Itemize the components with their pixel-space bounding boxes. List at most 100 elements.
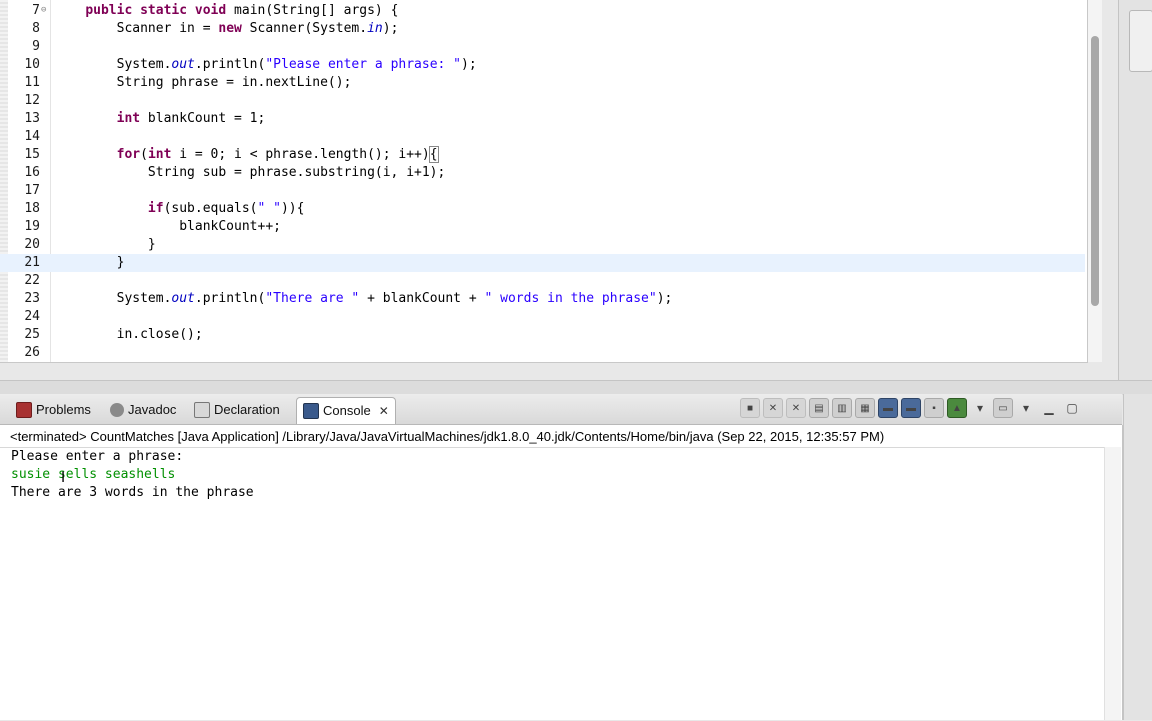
code-token: ); — [461, 57, 477, 72]
line-number: 10 — [24, 57, 40, 72]
code-line[interactable]: 26 — [0, 344, 1085, 362]
pin-console-icon[interactable]: ▪ — [924, 398, 944, 418]
text-cursor-icon: I — [61, 470, 66, 486]
tab-label: Console — [323, 403, 371, 418]
code-text: System.out.println("Please enter a phras… — [54, 56, 477, 74]
line-number: 7 — [32, 3, 40, 18]
show-stdout-icon[interactable]: ▬ — [878, 398, 898, 418]
line-number: 17 — [24, 183, 40, 198]
tab-problems[interactable]: Problems — [10, 397, 97, 423]
tab-javadoc[interactable]: Javadoc — [104, 397, 182, 423]
code-line[interactable]: 15 for(int i = 0; i < phrase.length(); i… — [0, 146, 1085, 164]
code-line[interactable]: 25 in.close(); — [0, 326, 1085, 344]
fold-collapse-icon[interactable]: ⊖ — [41, 6, 49, 15]
chevron-down-icon[interactable]: ▾ — [1016, 398, 1036, 418]
console-line: There are 3 words in the phrase — [11, 485, 254, 500]
code-token: )) — [280, 201, 297, 216]
view-sash[interactable] — [0, 380, 1152, 395]
code-line[interactable]: 20 } — [0, 236, 1085, 254]
code-line[interactable]: 22 — [0, 272, 1085, 290]
code-editor[interactable]: 7 ⊖ public static void main(String[] args… — [0, 0, 1088, 363]
tab-label: Declaration — [214, 402, 280, 417]
problems-icon — [16, 402, 32, 418]
line-number: 14 — [24, 129, 40, 144]
keyword-token: new — [218, 21, 242, 36]
code-token: Scanner(System. — [241, 21, 368, 36]
code-line[interactable]: 19 blankCount++; — [0, 218, 1085, 236]
code-token: (sub.equals( — [163, 201, 258, 216]
console-toolbar: ■ ✕ ✕ ▤ ▥ ▦ ▬ ▬ ▪ ▲ ▾ ▭ ▾ ▁ ▢ — [740, 396, 1082, 420]
tab-label: Javadoc — [128, 402, 177, 417]
perspective-switcher[interactable] — [1129, 10, 1152, 72]
code-token: .println( — [194, 291, 266, 306]
line-number: 25 — [24, 327, 40, 342]
code-line[interactable]: 7 ⊖ public static void main(String[] args… — [0, 2, 1085, 20]
console-scrollbar[interactable] — [1104, 447, 1121, 720]
string-token: " " — [257, 201, 281, 216]
remove-launch-icon[interactable]: ✕ — [763, 398, 783, 418]
line-number: 13 — [24, 111, 40, 126]
scroll-lock-icon[interactable]: ▥ — [832, 398, 852, 418]
field-token: out — [171, 57, 195, 72]
code-text: public static void main(String[] args) { — [54, 2, 398, 20]
code-text: String phrase = in.nextLine(); — [54, 74, 352, 92]
code-text: String sub = phrase.substring(i, i+1); — [54, 164, 445, 182]
code-token: in.close(); — [54, 327, 203, 342]
code-token: System. — [54, 57, 172, 72]
console-view[interactable]: <terminated> CountMatches [Java Applicat… — [0, 425, 1123, 720]
minimize-icon[interactable]: ▁ — [1039, 398, 1059, 418]
code-text: int blankCount = 1; — [54, 110, 266, 128]
keyword-token: int — [116, 111, 141, 126]
tab-declaration[interactable]: Declaration — [188, 397, 286, 423]
terminate-icon[interactable]: ■ — [740, 398, 760, 418]
console-status-line: <terminated> CountMatches [Java Applicat… — [10, 429, 885, 444]
code-line[interactable]: 14 — [0, 128, 1085, 146]
keyword-token: public — [85, 3, 133, 18]
editor-scrollbar-thumb[interactable] — [1091, 36, 1099, 306]
code-token: String sub = phrase.substring(i, i+1); — [54, 165, 446, 180]
code-text: if(sub.equals(" ")){ — [54, 200, 305, 218]
code-line[interactable]: 24 — [0, 308, 1085, 326]
code-line[interactable]: 10 System.out.println("Please enter a ph… — [0, 56, 1085, 74]
console-output[interactable]: Please enter a phrase: susie sells seash… — [0, 447, 1104, 721]
code-line[interactable]: 9 — [0, 38, 1085, 56]
code-line[interactable]: 21 } — [0, 254, 1085, 272]
string-token: " words in the phrase" — [484, 291, 657, 306]
code-line[interactable]: 12 — [0, 92, 1085, 110]
line-number: 18 — [24, 201, 40, 216]
open-console-icon[interactable]: ▭ — [993, 398, 1013, 418]
remove-all-launches-icon[interactable]: ✕ — [786, 398, 806, 418]
close-icon[interactable]: ✕ — [379, 398, 389, 424]
line-number: 20 — [24, 237, 40, 252]
code-token: ); — [656, 291, 673, 306]
code-token: ); — [382, 21, 399, 36]
line-number: 9 — [32, 39, 40, 54]
code-line[interactable]: 13 int blankCount = 1; — [0, 110, 1085, 128]
code-line[interactable]: 17 — [0, 182, 1085, 200]
line-number: 24 — [24, 309, 40, 324]
maximize-icon[interactable]: ▢ — [1062, 398, 1082, 418]
code-token: blankCount = 1; — [140, 111, 266, 126]
code-line[interactable]: 11 String phrase = in.nextLine(); — [0, 74, 1085, 92]
code-line[interactable]: 23 System.out.println("There are " + bla… — [0, 290, 1085, 308]
right-trim-stack — [1118, 0, 1152, 380]
keyword-token: if — [147, 201, 164, 216]
code-token: blankCount++; — [54, 219, 281, 234]
string-token: "Please enter a phrase: " — [265, 57, 462, 72]
declaration-icon — [194, 402, 210, 418]
word-wrap-icon[interactable]: ▦ — [855, 398, 875, 418]
clear-console-icon[interactable]: ▤ — [809, 398, 829, 418]
code-line[interactable]: 16 String sub = phrase.substring(i, i+1)… — [0, 164, 1085, 182]
show-stderr-icon[interactable]: ▬ — [901, 398, 921, 418]
string-token: "There are " — [265, 291, 360, 306]
code-line[interactable]: 8 Scanner in = new Scanner(System.in); — [0, 20, 1085, 38]
editor-scrollbar[interactable] — [1088, 0, 1102, 362]
keyword-token: for — [116, 147, 141, 162]
code-line[interactable]: 18 if(sub.equals(" ")){ — [0, 200, 1085, 218]
tab-console[interactable]: Console ✕ — [296, 397, 396, 424]
display-console-icon[interactable]: ▲ — [947, 398, 967, 418]
chevron-down-icon[interactable]: ▾ — [970, 398, 990, 418]
